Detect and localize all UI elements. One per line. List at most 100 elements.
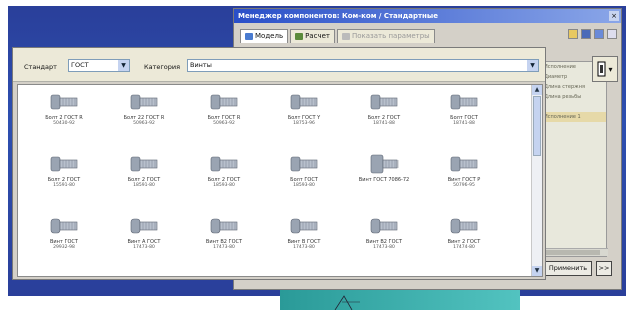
screw-icon <box>290 218 318 234</box>
category-value: Винты <box>190 61 212 69</box>
desktop: Менеджер компонентов: Ком-ком / Стандарт… <box>0 0 626 310</box>
screw-icon <box>50 218 78 234</box>
part-tile[interactable]: Болт ГОСТ Y 18753-96 <box>266 89 342 149</box>
screw-icon <box>130 156 158 172</box>
fastener-library-dialog: Стандарт ГОСТ ▼ Категория Винты ▼ Болт 2… <box>12 47 546 280</box>
part-code: 17473-80 <box>373 245 395 250</box>
category-label: Категория <box>144 63 181 71</box>
property-row[interactable]: Длина резьбы <box>542 92 606 102</box>
chevron-down-icon[interactable]: ▼ <box>527 60 538 71</box>
part-tile[interactable]: Болт ГОСТ 18741-88 <box>426 89 502 149</box>
part-name: Винт ГОСТ 7086-72 <box>358 177 410 183</box>
part-code: 50796-95 <box>453 183 475 188</box>
save-icon[interactable] <box>581 29 591 39</box>
screw-icon <box>290 94 318 110</box>
screw-icon <box>50 94 78 110</box>
window-toolbar <box>568 29 617 39</box>
folder-icon[interactable] <box>568 29 578 39</box>
calculation-icon <box>295 33 304 40</box>
category-select[interactable]: Винты ▼ <box>187 59 539 72</box>
horizontal-scrollbar[interactable] <box>542 248 608 256</box>
cad-viewport-strip <box>280 288 520 310</box>
property-row[interactable] <box>542 102 606 112</box>
part-code: 18593-80 <box>213 183 235 188</box>
screw-icon <box>130 218 158 234</box>
vertical-scrollbar[interactable]: ▲ ▼ <box>531 85 542 276</box>
part-tile[interactable]: Болт 2 ГОСТ R 50430-92 <box>26 89 102 149</box>
side-tool-button[interactable]: ▾ <box>592 56 618 82</box>
part-tile[interactable]: Винт В ГОСТ 17473-80 <box>266 213 342 273</box>
next-button[interactable]: >> <box>596 261 612 276</box>
standard-value: ГОСТ <box>71 61 89 69</box>
tab-bar: Модель Расчет Показать параметры <box>240 29 435 43</box>
standard-label: Стандарт <box>24 63 57 71</box>
screw-icon <box>370 94 398 110</box>
screw-icon <box>210 218 238 234</box>
tab-parameters-label: Показать параметры <box>351 32 430 40</box>
part-code: 18593-80 <box>293 183 315 188</box>
part-tile[interactable]: Болт ГОСТ 18593-80 <box>266 151 342 211</box>
part-tile[interactable]: Винт ГОСТ Р 50796-95 <box>426 151 502 211</box>
part-tile[interactable]: Болт 22 ГОСТ R 50963-92 <box>106 89 182 149</box>
part-tile[interactable]: Болт ГОСТ R 50963-92 <box>186 89 262 149</box>
part-tile[interactable]: Винт В2 ГОСТ 17473-80 <box>186 213 262 273</box>
parts-grid: Болт 2 ГОСТ R 50430-92 Болт 22 ГОСТ R 50963… <box>17 84 543 277</box>
part-tile[interactable]: Болт 2 ГОСТ 18593-80 <box>186 151 262 211</box>
part-tile[interactable]: Болт 2 ГОСТ 18591-80 <box>106 151 182 211</box>
part-code: 50963-92 <box>213 121 235 126</box>
scroll-down-arrow-icon[interactable]: ▼ <box>532 266 542 276</box>
close-button[interactable]: × <box>609 11 619 21</box>
property-row[interactable]: Длина стержня <box>542 82 606 92</box>
part-code: 18753-96 <box>293 121 315 126</box>
part-code: 18591-80 <box>133 183 155 188</box>
part-code: 18741-88 <box>373 121 395 126</box>
part-tile[interactable]: Винт 2 ГОСТ 17474-80 <box>426 213 502 273</box>
window-title[interactable]: Менеджер компонентов: Ком-ком / Стандарт… <box>234 9 621 23</box>
part-tile[interactable]: Болт 2 ГОСТ 15591-80 <box>26 151 102 211</box>
screw-icon <box>210 156 238 172</box>
screw-icon <box>130 94 158 110</box>
properties-panel: Исполнение Диаметр Длина стержня Длина р… <box>541 61 608 257</box>
screw-icon <box>50 156 78 172</box>
screw-icon <box>450 156 478 172</box>
part-tile[interactable]: Винт ГОСТ 7086-72 <box>346 151 422 211</box>
part-tile[interactable]: Винт В2 ГОСТ 17473-80 <box>346 213 422 273</box>
tab-calculation[interactable]: Расчет <box>290 29 335 43</box>
tab-model[interactable]: Модель <box>240 29 289 43</box>
screw-icon <box>370 154 399 174</box>
parameters-icon <box>341 33 350 40</box>
part-tile[interactable]: Болт 2 ГОСТ 18741-88 <box>346 89 422 149</box>
apply-button[interactable]: Применить <box>544 261 592 276</box>
screw-icon <box>210 94 238 110</box>
model-icon <box>245 33 253 40</box>
help-icon[interactable] <box>594 29 604 39</box>
screw-icon <box>450 218 478 234</box>
part-code: 18741-88 <box>453 121 475 126</box>
dropdown-arrow-icon: ▾ <box>608 64 613 74</box>
property-row-selected[interactable]: Исполнение 1 <box>542 112 606 122</box>
part-code: 15591-80 <box>53 183 75 188</box>
part-tile[interactable]: Винт ГОСТ 29932-98 <box>26 213 102 273</box>
screw-icon <box>290 156 318 172</box>
part-code: 17473-80 <box>213 245 235 250</box>
tab-calculation-label: Расчет <box>305 32 330 40</box>
part-code: 17474-80 <box>453 245 475 250</box>
screw-icon <box>370 218 398 234</box>
scrollbar-thumb[interactable] <box>533 96 541 156</box>
tab-parameters[interactable]: Показать параметры <box>336 29 435 43</box>
standard-select[interactable]: ГОСТ ▼ <box>68 59 130 72</box>
part-code: 29932-98 <box>53 245 75 250</box>
pin-icon <box>597 61 606 77</box>
part-code: 17473-80 <box>133 245 155 250</box>
part-tile[interactable]: Винт А ГОСТ 17473-80 <box>106 213 182 273</box>
tab-model-label: Модель <box>255 32 284 40</box>
scrollbar-thumb[interactable] <box>546 250 600 255</box>
part-code: 17473-80 <box>293 245 315 250</box>
part-code: 50430-92 <box>53 121 75 126</box>
library-toolbar: Стандарт ГОСТ ▼ Категория Винты ▼ <box>13 48 545 82</box>
scroll-up-arrow-icon[interactable]: ▲ <box>532 85 542 95</box>
screw-icon <box>450 94 478 110</box>
chevron-down-icon[interactable]: ▼ <box>118 60 129 71</box>
font-icon[interactable] <box>607 29 617 39</box>
part-code: 50963-92 <box>133 121 155 126</box>
